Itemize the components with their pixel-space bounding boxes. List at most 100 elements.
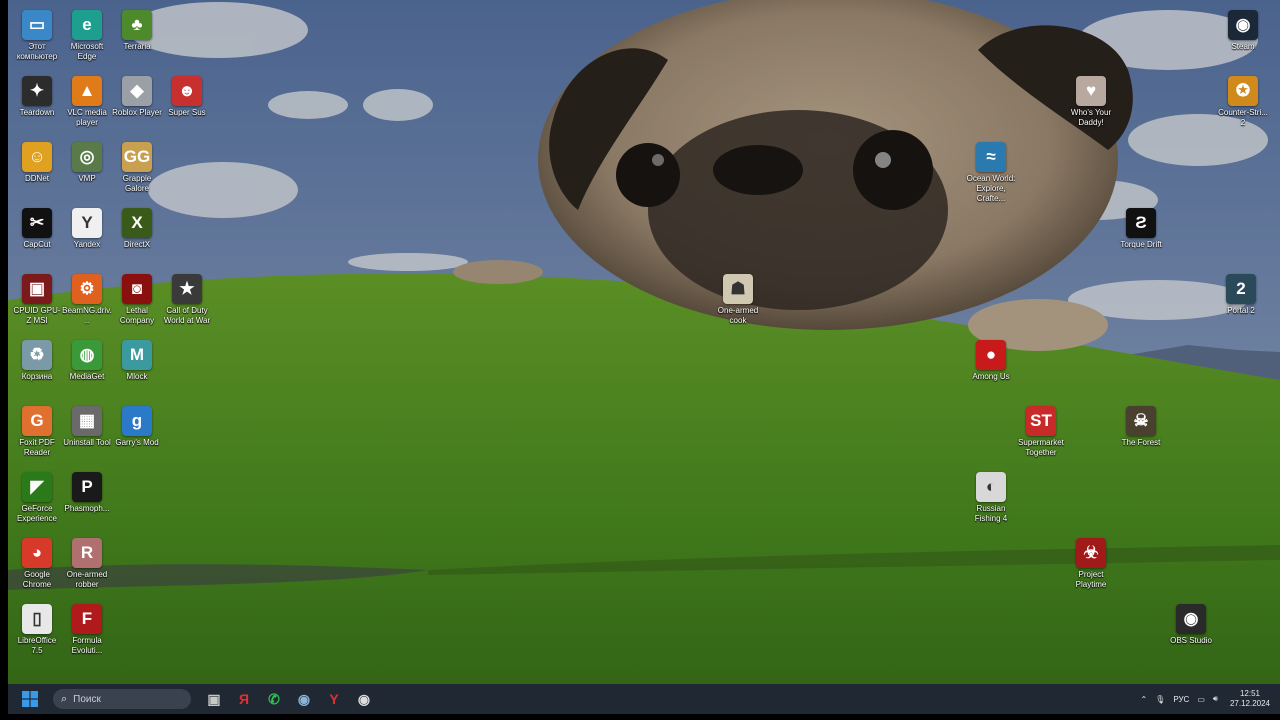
desktop-icon-super-sus[interactable]: ☻ Super Sus <box>162 72 212 118</box>
start-button[interactable] <box>16 686 44 712</box>
desktop-icon-label: Этот компьютер <box>16 42 58 61</box>
desktop-icon-portal-2[interactable]: 2 Portal 2 <box>1216 270 1266 316</box>
desktop-icon-label: Foxit PDF Reader <box>19 438 55 457</box>
desktop-icon-label: Supermarket Together <box>1018 438 1064 457</box>
desktop-icon-label: Garry's Mod <box>115 438 159 447</box>
clock-time: 12:51 <box>1239 689 1260 698</box>
one-armed-robber-icon: R <box>72 538 102 568</box>
desktop-icon-russian-fishing[interactable]: ◐ Russian Fishing 4 <box>966 468 1016 524</box>
desktop-icon-obs[interactable]: ◉ OBS Studio <box>1166 600 1216 646</box>
desktop-icon-label: Steam <box>1231 42 1255 51</box>
desktop[interactable]: ▭ Этот компьютер e Microsoft Edge ♣ Terraria ◉… <box>8 0 1280 684</box>
obs-icon: ◉ <box>1176 604 1206 634</box>
desktop-icon-label: DirectX <box>123 240 151 249</box>
desktop-icon-label: LibreOffice 7.5 <box>17 636 57 655</box>
desktop-icon-phasmophobia[interactable]: P Phasmoph... <box>62 468 112 514</box>
desktop-icon-yandex[interactable]: Y Yandex <box>62 204 112 250</box>
desktop-icon-beamng[interactable]: ⚙ BeamNG.driv... <box>62 270 112 326</box>
mlock-icon: M <box>122 340 152 370</box>
whos-your-daddy-icon: ♥ <box>1076 76 1106 106</box>
chevron-up-icon[interactable]: ⌃ <box>1140 695 1147 704</box>
screen-border-left <box>0 0 8 720</box>
terraria-icon: ♣ <box>122 10 152 40</box>
desktop-icon-capcut[interactable]: ✂ CapCut <box>12 204 62 250</box>
clock[interactable]: 12:51 27.12.2024 <box>1230 689 1270 709</box>
desktop-icon-edge[interactable]: e Microsoft Edge <box>62 6 112 62</box>
network-icon[interactable]: ▭ <box>1197 695 1205 704</box>
desktop-icon-label: Russian Fishing 4 <box>974 504 1008 523</box>
language-indicator[interactable]: РУС <box>1173 695 1189 704</box>
taskbar-app-yandex-browser[interactable]: Я <box>230 686 258 712</box>
desktop-icon-label: The Forest <box>1121 438 1161 447</box>
desktop-icon-garrys-mod[interactable]: g Garry's Mod <box>112 402 162 448</box>
microphone-icon[interactable]: 🎙︎ <box>1155 695 1165 704</box>
desktop-icon-cod-waw[interactable]: ★ Call of Duty World at War <box>162 270 212 326</box>
desktop-icon-roblox[interactable]: ◆ Roblox Player <box>112 72 162 118</box>
taskbar-pinned-apps: ▣ Я ✆ ◉ Y ◉ <box>199 686 379 712</box>
roblox-icon: ◆ <box>122 76 152 106</box>
taskbar-app-task-view[interactable]: ▣ <box>200 686 228 712</box>
desktop-icon-uninstall-tool[interactable]: ▦ Uninstall Tool <box>62 402 112 448</box>
desktop-icon-torque-drift[interactable]: Ƨ Torque Drift <box>1116 204 1166 250</box>
desktop-icon-label: Google Chrome <box>22 570 52 589</box>
desktop-icon-among-us[interactable]: ● Among Us <box>966 336 1016 382</box>
geforce-icon: ◤ <box>22 472 52 502</box>
desktop-icon-vmp[interactable]: ◎ VMP <box>62 138 112 184</box>
desktop-icon-foxit[interactable]: G Foxit PDF Reader <box>12 402 62 458</box>
directx-icon: X <box>122 208 152 238</box>
taskbar-app-yandex[interactable]: Y <box>320 686 348 712</box>
desktop-icon-lethal-company[interactable]: ◙ Lethal Company <box>112 270 162 326</box>
desktop-icon-whos-your-daddy[interactable]: ♥ Who's Your Daddy! <box>1066 72 1116 128</box>
desktop-icon-recycle-bin[interactable]: ♻ Корзина <box>12 336 62 382</box>
lethal-company-icon: ◙ <box>122 274 152 304</box>
desktop-icon-ocean-world[interactable]: ≈ Ocean World: Explore, Crafte... <box>966 138 1016 204</box>
search-input[interactable]: ⌕ Поиск <box>53 689 191 709</box>
volume-icon[interactable]: 🔊︎ <box>1213 694 1218 704</box>
desktop-icon-teardown[interactable]: ✦ Teardown <box>12 72 62 118</box>
desktop-icon-directx[interactable]: X DirectX <box>112 204 162 250</box>
desktop-icon-vlc[interactable]: ▲ VLC media player <box>62 72 112 128</box>
yandex-icon: Y <box>72 208 102 238</box>
desktop-icon-libreoffice[interactable]: ▯ LibreOffice 7.5 <box>12 600 62 656</box>
desktop-icon-one-armed-cook[interactable]: ☗ One-armed cook <box>713 270 763 326</box>
desktop-icon-chrome[interactable]: ◕ Google Chrome <box>12 534 62 590</box>
desktop-icon-formula[interactable]: F Formula Evoluti... <box>62 600 112 656</box>
desktop-icon-label: Yandex <box>73 240 101 249</box>
ocean-world-icon: ≈ <box>976 142 1006 172</box>
desktop-icon-label: Counter-Stri... 2 <box>1218 108 1268 127</box>
desktop-icon-grapple-galore[interactable]: GG Grapple Galore <box>112 138 162 194</box>
desktop-icon-steam[interactable]: ◉ Steam <box>1218 6 1268 52</box>
clock-date: 27.12.2024 <box>1229 699 1270 708</box>
desktop-icon-ddnet[interactable]: ☺ DDNet <box>12 138 62 184</box>
desktop-icon-cpuid[interactable]: ▣ CPUID GPU-Z MSI <box>12 270 62 326</box>
taskbar: ⌕ Поиск ▣ Я ✆ ◉ Y ◉ ⌃ 🎙︎ РУС ▭ 🔊︎ 12:51 27.12… <box>8 684 1280 714</box>
desktop-icon-counter-strike[interactable]: ✪ Counter-Stri... 2 <box>1218 72 1268 128</box>
desktop-icon-label: Who's Your Daddy! <box>1070 108 1112 127</box>
desktop-icon-label: Terraria <box>123 42 151 51</box>
taskbar-app-whatsapp[interactable]: ✆ <box>260 686 288 712</box>
desktop-icon-supermarket-together[interactable]: ST Supermarket Together <box>1016 402 1066 458</box>
desktop-icon-project-playtime[interactable]: ☣ Project Playtime <box>1066 534 1116 590</box>
desktop-icon-the-forest[interactable]: ☠ The Forest <box>1116 402 1166 448</box>
phasmophobia-icon: P <box>72 472 102 502</box>
desktop-icon-mlock[interactable]: M Mlock <box>112 336 162 382</box>
desktop-icon-label: Grapple Galore <box>122 174 152 193</box>
desktop-icon-label: DDNet <box>24 174 49 183</box>
grapple-galore-icon: GG <box>122 142 152 172</box>
desktop-icon-label: Phasmoph... <box>64 504 110 513</box>
taskbar-app-steam[interactable]: ◉ <box>290 686 318 712</box>
desktop-icon-label: Torque Drift <box>1120 240 1162 249</box>
desktop-icon-one-armed-robber[interactable]: R One-armed robber <box>62 534 112 590</box>
taskbar-app-obs[interactable]: ◉ <box>350 686 378 712</box>
whatsapp-icon: ✆ <box>268 690 280 707</box>
teardown-icon: ✦ <box>22 76 52 106</box>
desktop-icon-geforce[interactable]: ◤ GeForce Experience <box>12 468 62 524</box>
desktop-icon-mediaget[interactable]: ◍ MediaGet <box>62 336 112 382</box>
desktop-icon-terraria[interactable]: ♣ Terraria <box>112 6 162 52</box>
desktop-icon-label: Корзина <box>21 372 53 381</box>
desktop-icon-label: Mlock <box>126 372 148 381</box>
desktop-icon-this-pc[interactable]: ▭ Этот компьютер <box>12 6 62 62</box>
desktop-icon-label: Portal 2 <box>1227 306 1255 315</box>
garrys-mod-icon: g <box>122 406 152 436</box>
desktop-icon-label: VMP <box>78 174 96 183</box>
